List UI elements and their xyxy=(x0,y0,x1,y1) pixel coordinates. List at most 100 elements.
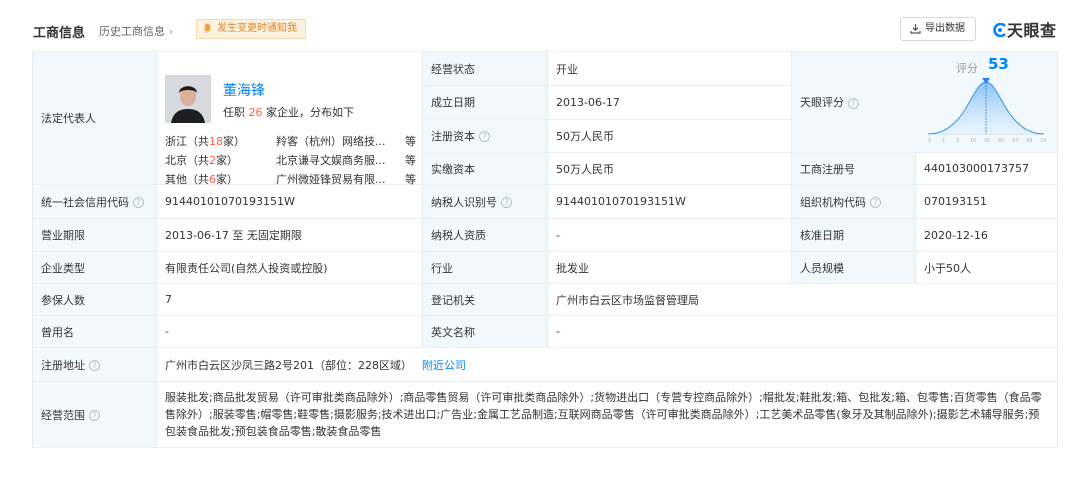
region-row: 北京（共2家） 北京谦寻文娱商务服... 等 xyxy=(165,152,416,168)
notify-label: 发生变更时通知我 xyxy=(217,23,297,34)
former-value: - xyxy=(156,315,423,348)
region-row: 浙江（共18家） 羚客（杭州）网络技... 等 xyxy=(165,133,416,149)
rep-company-count[interactable]: 26 xyxy=(249,106,263,119)
scope-value: 服装批发;商品批发贸易（许可审批类商品除外）;商品零售贸易（许可审批类商品除外）… xyxy=(156,381,1058,448)
capital-label: 注册资本 xyxy=(431,129,475,143)
rep-cell: 董海锋 任职 26 家企业，分布如下 浙江（共18家） 羚客（杭州）网络技...… xyxy=(156,51,423,187)
chevron-right-icon: › xyxy=(169,25,174,38)
region-unit: 家） xyxy=(223,135,245,148)
type-value: 有限责任公司(自然人投资或控股) xyxy=(156,251,423,284)
regno-value: 440103000173757 xyxy=(915,152,1058,185)
region-count[interactable]: 6 xyxy=(209,173,216,186)
score-tick-label: 3 xyxy=(956,138,959,144)
help-icon[interactable]: ? xyxy=(89,410,100,421)
org-label: 组织机构代码 xyxy=(800,195,866,209)
history-link[interactable]: 历史工商信息 › xyxy=(99,23,173,39)
help-icon[interactable]: ? xyxy=(479,131,490,143)
insured-value: 7 xyxy=(156,283,423,316)
rep-summary: 任职 26 家企业，分布如下 xyxy=(223,104,354,120)
term-value: 2013-06-17 至 无固定期限 xyxy=(156,218,423,252)
taxq-value: - xyxy=(547,218,792,252)
brand-name: 天眼查 xyxy=(1007,21,1057,40)
score-value: 53 xyxy=(988,55,1009,73)
nearby-companies-link[interactable]: 附近公司 xyxy=(422,359,466,372)
tax-value: 91440101070193151W xyxy=(547,184,792,219)
avatar[interactable] xyxy=(165,75,211,123)
staff-label: 人员规模 xyxy=(791,251,916,284)
approve-value: 2020-12-16 xyxy=(915,218,1058,252)
region-name: 其他（共 xyxy=(165,173,209,186)
rep-name-link[interactable]: 董海锋 xyxy=(223,80,265,100)
address-label: 注册地址 xyxy=(41,358,85,372)
score-tick-label: 99 xyxy=(1026,138,1032,144)
person-photo-icon xyxy=(165,75,211,123)
eye-logo-icon xyxy=(993,22,1006,38)
header-bar: 工商信息 历史工商信息 › 发生变更时通知我 导出数据 天眼查 xyxy=(0,0,1080,52)
region-row: 其他（共6家） 广州微娅锋贸易有限... 等 xyxy=(165,171,416,187)
region-more[interactable]: 等 xyxy=(405,152,416,168)
approve-label: 核准日期 xyxy=(791,218,916,252)
status-label: 经营状态 xyxy=(422,50,548,87)
score-tick-label: 100 xyxy=(1040,138,1046,144)
type-label: 企业类型 xyxy=(32,251,157,284)
bell-icon xyxy=(203,23,212,33)
authority-value: 广州市白云区市场监督管理局 xyxy=(547,283,1058,316)
tax-label-cell: 纳税人识别号? xyxy=(422,184,548,219)
notify-button[interactable]: 发生变更时通知我 xyxy=(196,19,306,39)
region-more[interactable]: 等 xyxy=(405,133,416,149)
region-unit: 家） xyxy=(216,154,238,167)
region-company-link[interactable]: 羚客（杭州）网络技... xyxy=(276,133,396,149)
paid-label: 实缴资本 xyxy=(422,152,548,185)
region-more[interactable]: 等 xyxy=(405,171,416,187)
region-company-link[interactable]: 广州微娅锋贸易有限... xyxy=(276,171,396,187)
brand-logo: 天眼查 xyxy=(993,17,1057,41)
score-cell: 天眼评分? 评分 53 0 1 3 15 50 85 97 99 10 xyxy=(791,51,1058,153)
status-value: 开业 xyxy=(547,50,792,87)
paid-value: 50万人民币 xyxy=(547,152,792,185)
founded-value: 2013-06-17 xyxy=(547,85,792,120)
insured-label: 参保人数 xyxy=(32,283,157,316)
org-value: 070193151 xyxy=(915,184,1058,219)
former-label: 曾用名 xyxy=(32,315,157,348)
score-tick-label: 97 xyxy=(1012,138,1018,144)
score-label-wrap: 天眼评分? xyxy=(800,94,859,110)
region-count[interactable]: 2 xyxy=(209,154,216,167)
help-icon[interactable]: ? xyxy=(133,197,144,208)
history-link-label: 历史工商信息 xyxy=(99,25,165,38)
industry-value: 批发业 xyxy=(547,251,792,284)
tax-label: 纳税人识别号 xyxy=(431,195,497,209)
staff-value: 小于50人 xyxy=(915,251,1058,284)
founded-label: 成立日期 xyxy=(422,85,548,120)
rep-sub-prefix: 任职 xyxy=(223,106,245,119)
score-tick-label: 85 xyxy=(998,138,1004,144)
authority-label: 登记机关 xyxy=(422,283,548,316)
taxq-label: 纳税人资质 xyxy=(422,218,548,252)
region-company-link[interactable]: 北京谦寻文娱商务服... xyxy=(276,152,396,168)
help-icon[interactable]: ? xyxy=(89,360,100,371)
help-icon[interactable]: ? xyxy=(870,197,881,208)
score-tick-label: 15 xyxy=(970,138,976,144)
download-icon xyxy=(910,24,921,34)
help-icon[interactable]: ? xyxy=(848,97,859,109)
credit-label: 统一社会信用代码 xyxy=(41,195,129,209)
score-title: 评分 xyxy=(956,62,978,75)
help-icon[interactable]: ? xyxy=(501,197,512,208)
region-count[interactable]: 18 xyxy=(209,135,223,148)
business-info-table: 法定代表人 董海锋 任职 26 家企业，分布如下 浙江（共18家） 羚客（杭州）… xyxy=(32,50,1058,448)
term-label: 营业期限 xyxy=(32,218,157,252)
credit-label-cell: 统一社会信用代码? xyxy=(32,184,157,219)
rep-label: 法定代表人 xyxy=(32,51,157,185)
section-title: 工商信息 xyxy=(33,26,86,41)
english-value: - xyxy=(547,315,1058,348)
export-label: 导出数据 xyxy=(925,23,965,34)
scope-label: 经营范围 xyxy=(41,408,85,422)
capital-label-cell: 注册资本? xyxy=(422,118,548,154)
region-unit: 家） xyxy=(216,173,238,186)
rep-sub-suffix: 家企业，分布如下 xyxy=(266,106,354,119)
score-tick-label: 0 xyxy=(928,138,931,144)
score-tick-label: 50 xyxy=(984,138,990,144)
export-button[interactable]: 导出数据 xyxy=(900,17,976,41)
address-value: 广州市白云区沙凤三路2号201（部位：228区域） xyxy=(165,358,412,372)
address-label-cell: 注册地址? xyxy=(32,347,157,382)
credit-value: 91440101070193151W xyxy=(156,184,423,219)
